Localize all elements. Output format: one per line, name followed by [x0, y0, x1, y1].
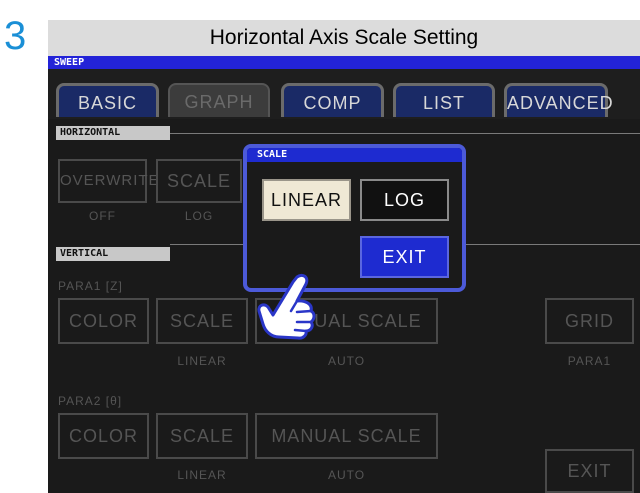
para1-label: PARA1 [Z] [58, 279, 123, 293]
section-label-horizontal: HORIZONTAL [56, 126, 170, 140]
linear-option-button[interactable]: LINEAR [262, 179, 351, 221]
grid-button[interactable]: GRID [545, 298, 634, 344]
horizontal-scale-value: LOG [184, 209, 214, 223]
scale-popup-title: SCALE [247, 148, 462, 162]
popup-exit-button[interactable]: EXIT [360, 236, 449, 278]
log-option-button[interactable]: LOG [360, 179, 449, 221]
para2-scale-value: LINEAR [177, 468, 227, 482]
section-divider [170, 133, 640, 134]
horizontal-scale-button[interactable]: SCALE [156, 159, 242, 203]
para2-color-button[interactable]: COLOR [58, 413, 149, 459]
para2-scale-button[interactable]: SCALE [156, 413, 248, 459]
overwrite-value: OFF [89, 209, 116, 223]
para2-manual-scale-button[interactable]: MANUAL SCALE [255, 413, 438, 459]
tab-advanced[interactable]: ADVANCED [504, 83, 613, 117]
hand-pointer-icon [257, 273, 316, 340]
instrument-screen: SWEEP BASIC GRAPH COMP LIST ADVANCED HOR… [48, 56, 640, 493]
tab-list[interactable]: LIST [393, 83, 495, 117]
para1-scale-button[interactable]: SCALE [156, 298, 248, 344]
para1-scale-value: LINEAR [177, 354, 227, 368]
section-label-vertical: VERTICAL [56, 247, 170, 261]
instruction-title: Horizontal Axis Scale Setting [48, 20, 640, 56]
step-number: 3 [4, 14, 27, 58]
scale-popup: SCALE LINEAR LOG EXIT [243, 144, 466, 292]
para2-label: PARA2 [θ] [58, 394, 123, 408]
para1-manual-scale-value: AUTO [327, 354, 366, 368]
tab-basic[interactable]: BASIC [56, 83, 159, 117]
exit-button[interactable]: EXIT [545, 449, 634, 493]
para2-manual-scale-value: AUTO [327, 468, 366, 482]
overwrite-button[interactable]: OVERWRITE [58, 159, 159, 203]
status-bar-sweep: SWEEP [48, 56, 640, 69]
tab-graph[interactable]: GRAPH [168, 83, 270, 117]
grid-value: PARA1 [567, 354, 612, 368]
para1-color-button[interactable]: COLOR [58, 298, 149, 344]
tab-bar: BASIC GRAPH COMP LIST ADVANCED [48, 69, 640, 119]
tab-comp[interactable]: COMP [281, 83, 384, 117]
